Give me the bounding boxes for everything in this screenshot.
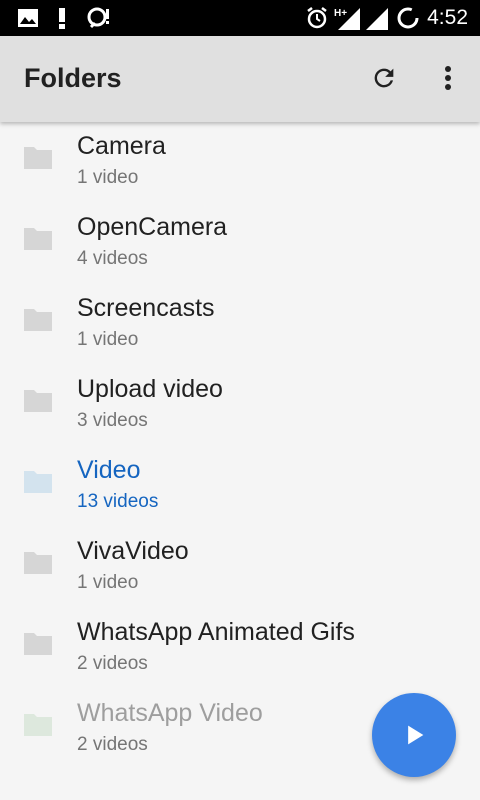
folder-count: 1 video bbox=[77, 572, 139, 593]
play-icon bbox=[408, 725, 424, 745]
signal-icon bbox=[364, 6, 390, 30]
folder-name: Screencasts bbox=[77, 294, 215, 322]
more-vert-icon bbox=[445, 66, 451, 90]
folder-name: Video bbox=[77, 456, 141, 484]
alert-icon bbox=[52, 6, 72, 30]
folder-name: Upload video bbox=[77, 375, 223, 403]
folder-count: 13 videos bbox=[77, 491, 159, 512]
refresh-icon bbox=[374, 68, 394, 88]
folder-item-upload-video[interactable]: Upload video 3 videos bbox=[0, 365, 480, 446]
folder-count: 4 videos bbox=[77, 248, 148, 269]
folder-name: OpenCamera bbox=[77, 213, 228, 241]
folder-count: 3 videos bbox=[77, 410, 148, 431]
folder-count: 1 video bbox=[77, 167, 139, 188]
app-bar: Folders bbox=[0, 36, 480, 122]
folder-icon bbox=[24, 714, 52, 736]
folder-icon bbox=[24, 633, 52, 655]
folder-name: WhatsApp Animated Gifs bbox=[77, 618, 355, 646]
alarm-icon bbox=[304, 6, 330, 30]
status-bar: H+ 4:52 bbox=[0, 0, 480, 36]
folder-icon bbox=[24, 228, 52, 250]
notification-icon bbox=[86, 6, 112, 30]
svg-text:H+: H+ bbox=[334, 8, 347, 19]
folder-count: 1 video bbox=[77, 329, 139, 350]
folder-item-camera[interactable]: Camera 1 video bbox=[0, 122, 480, 203]
folder-item-screencasts[interactable]: Screencasts 1 video bbox=[0, 284, 480, 365]
folder-item-video[interactable]: Video 13 videos bbox=[0, 446, 480, 527]
more-options-button[interactable] bbox=[430, 60, 466, 96]
folder-icon bbox=[24, 147, 52, 169]
page-title: Folders bbox=[24, 63, 122, 93]
folder-list: Camera 1 video OpenCamera 4 videos Scree… bbox=[0, 122, 480, 770]
image-icon bbox=[16, 6, 40, 30]
signal-icon: H+ bbox=[334, 6, 362, 30]
folder-icon bbox=[24, 390, 52, 412]
folder-icon bbox=[24, 309, 52, 331]
loading-icon bbox=[396, 6, 420, 30]
folder-count: 2 videos bbox=[77, 653, 148, 674]
folder-item-vivavideo[interactable]: VivaVideo 1 video bbox=[0, 527, 480, 608]
folder-icon bbox=[24, 471, 52, 493]
refresh-button[interactable] bbox=[366, 60, 402, 96]
folder-name: WhatsApp Video bbox=[77, 699, 263, 727]
folder-count: 2 videos bbox=[77, 734, 148, 755]
folder-item-opencamera[interactable]: OpenCamera 4 videos bbox=[0, 203, 480, 284]
clock: 4:52 bbox=[427, 6, 468, 29]
folder-item-whatsapp-animated-gifs[interactable]: WhatsApp Animated Gifs 2 videos bbox=[0, 608, 480, 689]
folder-icon bbox=[24, 552, 52, 574]
folder-name: Camera bbox=[77, 132, 166, 160]
folder-name: VivaVideo bbox=[77, 537, 189, 565]
play-button[interactable] bbox=[372, 693, 456, 777]
